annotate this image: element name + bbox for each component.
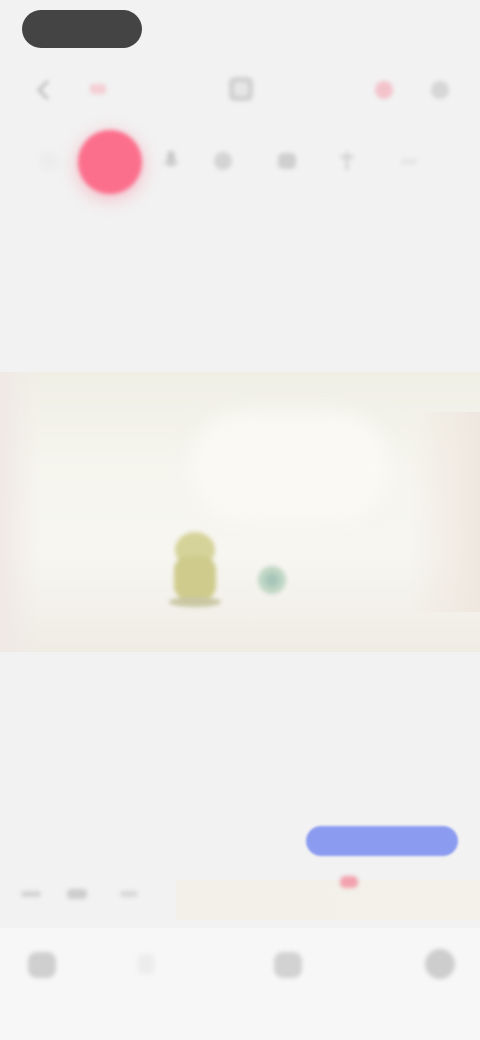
back-icon[interactable]: [30, 76, 58, 104]
timeline-tool-2-icon[interactable]: [64, 884, 90, 904]
playhead-icon[interactable]: [338, 874, 360, 890]
canvas-highlight: [190, 412, 390, 522]
library-icon[interactable]: [224, 72, 258, 106]
nav-edit-button[interactable]: [124, 942, 168, 986]
effect-icon[interactable]: [334, 148, 360, 174]
top-bar: [0, 62, 480, 118]
record-button[interactable]: [78, 130, 142, 194]
status-bar-pill: [22, 10, 142, 48]
sticker-icon[interactable]: [274, 148, 300, 174]
timeline-tool-3-icon[interactable]: [116, 884, 142, 904]
nav-home-button[interactable]: [20, 942, 64, 986]
tool-left-icon[interactable]: [36, 148, 62, 174]
character-figure-icon[interactable]: [162, 520, 228, 608]
video-canvas[interactable]: [0, 372, 480, 652]
text-icon[interactable]: [210, 148, 236, 174]
timeline-tool-1-icon[interactable]: [18, 884, 44, 904]
timeline-track[interactable]: [176, 880, 480, 920]
more-icon[interactable]: [426, 76, 454, 104]
nav-share-button[interactable]: [266, 942, 310, 986]
tool-row: [0, 122, 480, 206]
mic-icon[interactable]: [158, 148, 184, 174]
action-pill-button[interactable]: [306, 826, 458, 856]
heart-icon[interactable]: [370, 76, 398, 104]
undo-icon[interactable]: [396, 148, 422, 174]
nav-profile-button[interactable]: [418, 942, 462, 986]
bottom-nav: [0, 928, 480, 1040]
small-character-icon[interactable]: [254, 562, 290, 600]
flag-icon[interactable]: [84, 76, 112, 104]
canvas-edge-right: [410, 412, 480, 612]
timeline-row: [0, 868, 480, 920]
canvas-edge-left: [0, 372, 40, 652]
